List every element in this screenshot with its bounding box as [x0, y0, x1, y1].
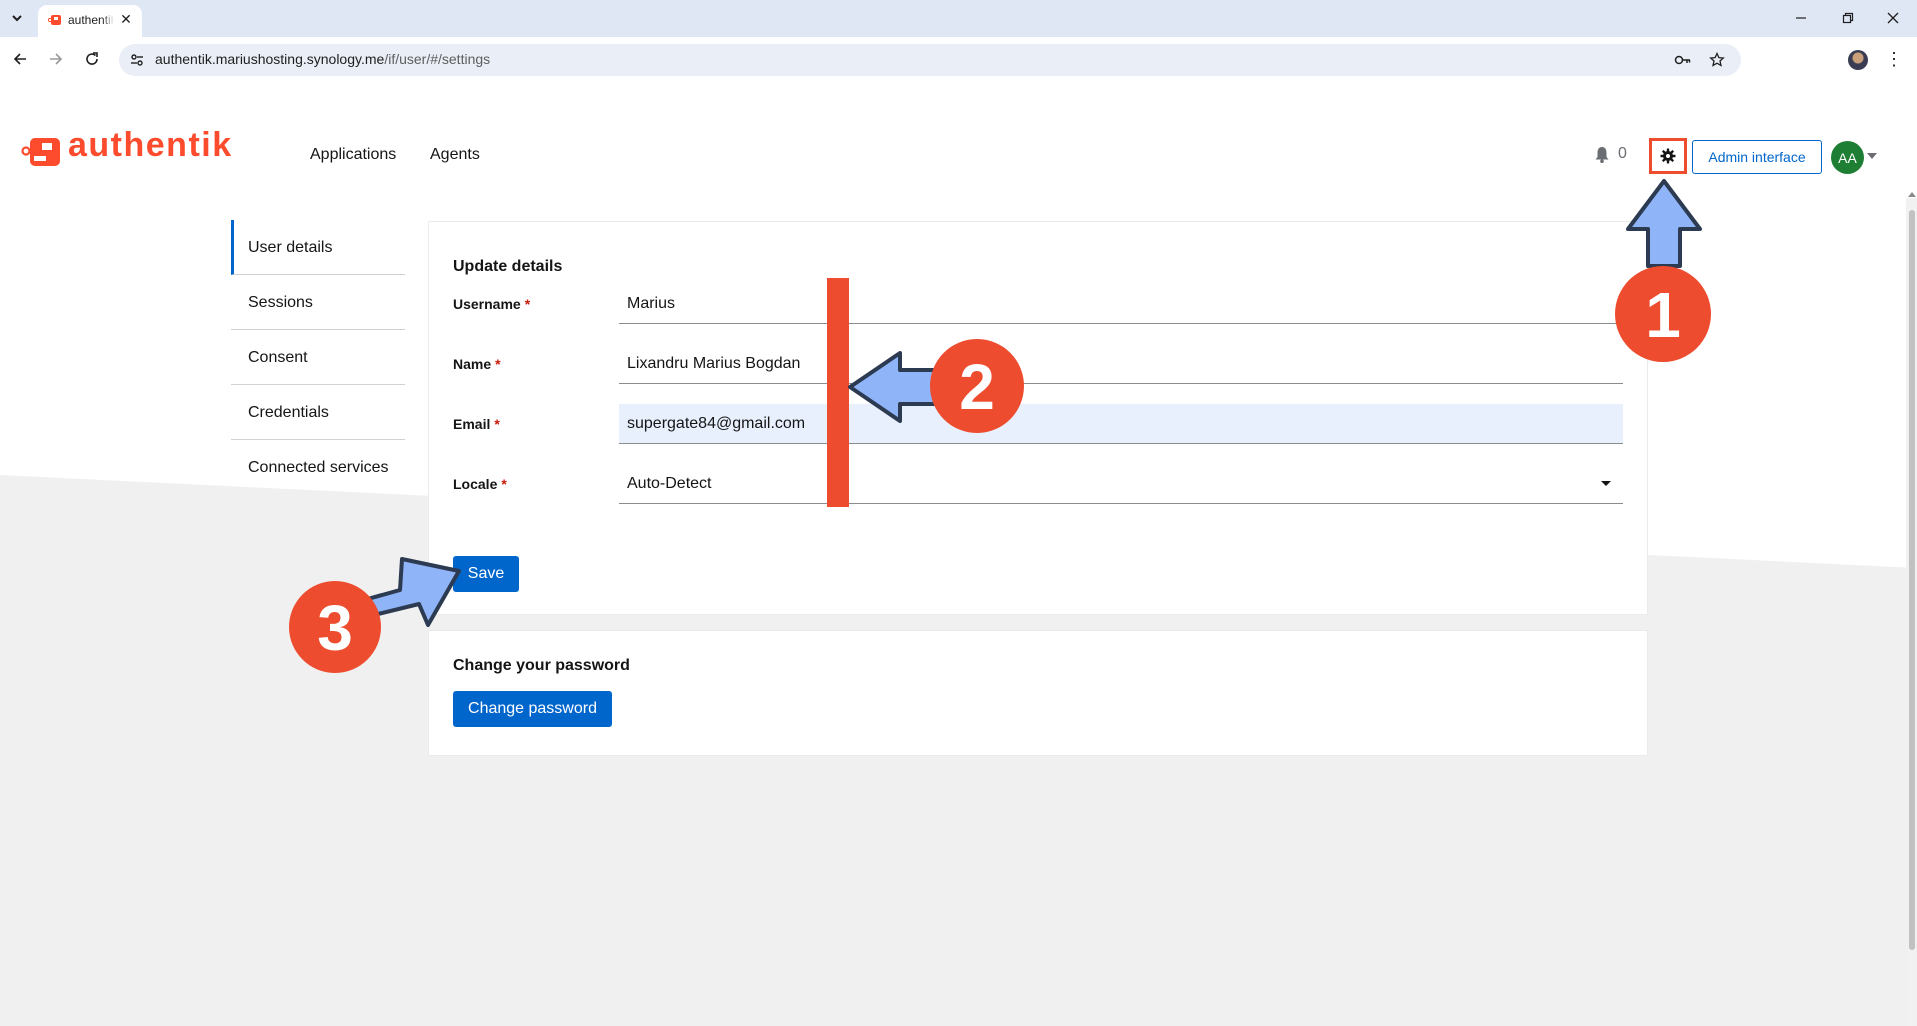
- nav-agents[interactable]: Agents: [430, 146, 480, 164]
- user-menu-caret-icon[interactable]: [1867, 153, 1877, 159]
- browser-profile-avatar[interactable]: [1848, 50, 1868, 70]
- restore-button[interactable]: [1836, 8, 1860, 28]
- sidebar-item-sessions[interactable]: Sessions: [231, 275, 405, 330]
- locale-value: Auto-Detect: [627, 475, 712, 492]
- nav-applications[interactable]: Applications: [310, 146, 396, 164]
- user-avatar[interactable]: AA: [1831, 141, 1864, 174]
- username-value: Marius: [627, 295, 676, 312]
- sidebar-item-consent[interactable]: Consent: [231, 330, 405, 385]
- gear-icon: [1660, 148, 1676, 164]
- page-viewport: authentik Applications Agents 0 Admin in…: [0, 83, 1917, 1026]
- browser-tab-strip: authentik ✕: [0, 0, 1917, 37]
- arrow-right-icon: [50, 53, 63, 65]
- name-field[interactable]: Lixandru Marius Bogdan: [619, 344, 1623, 384]
- admin-interface-button[interactable]: Admin interface: [1692, 140, 1822, 174]
- url-text: authentik.mariushosting.synology.me/if/u…: [155, 51, 490, 67]
- caret-down-icon: [1601, 481, 1611, 486]
- tab-search-button[interactable]: [6, 7, 28, 29]
- change-password-card: Change your password Change password: [429, 631, 1647, 755]
- chevron-down-icon: [12, 15, 22, 22]
- scrollbar-thumb[interactable]: [1909, 210, 1915, 950]
- minimize-button[interactable]: [1789, 8, 1813, 28]
- change-password-title: Change your password: [453, 657, 630, 674]
- email-field[interactable]: supergate84@gmail.com: [619, 404, 1623, 444]
- notifications-button[interactable]: 0: [1594, 145, 1627, 163]
- url-path: /if/user/#/settings: [384, 51, 491, 67]
- browser-menu-icon[interactable]: ⋮: [1884, 49, 1904, 71]
- tab-title: authentik: [68, 13, 114, 27]
- browser-tab[interactable]: authentik ✕: [38, 5, 142, 37]
- logo-text: authentik: [68, 126, 233, 164]
- close-window-button[interactable]: [1881, 8, 1905, 28]
- locale-label: Locale *: [453, 476, 507, 492]
- locale-row: Locale * Auto-Detect: [453, 464, 1623, 504]
- change-password-button[interactable]: Change password: [453, 691, 612, 727]
- authentik-logo-mark-icon: [21, 138, 60, 166]
- save-button[interactable]: Save: [453, 556, 519, 592]
- restore-icon: [1842, 12, 1854, 24]
- username-label: Username *: [453, 296, 531, 312]
- bell-icon: [1595, 146, 1609, 163]
- email-row: Email * supergate84@gmail.com: [453, 404, 1623, 444]
- username-row: Username * Marius: [453, 284, 1623, 324]
- password-key-icon[interactable]: [1674, 51, 1692, 69]
- email-label: Email *: [453, 416, 500, 432]
- name-value: Lixandru Marius Bogdan: [627, 355, 801, 372]
- reload-icon: [86, 52, 98, 65]
- authentik-favicon-icon: [48, 15, 61, 25]
- locale-select[interactable]: Auto-Detect: [619, 464, 1623, 504]
- forward-button[interactable]: [44, 47, 68, 71]
- site-settings-icon[interactable]: [129, 52, 145, 68]
- name-label: Name *: [453, 356, 501, 372]
- scroll-up-arrow-icon[interactable]: [1908, 192, 1916, 197]
- settings-button[interactable]: [1649, 138, 1687, 174]
- sidebar-item-credentials[interactable]: Credentials: [231, 385, 405, 440]
- update-details-card: Update details Username * Marius Name * Li…: [429, 222, 1647, 614]
- url-host: authentik.mariushosting.synology.me: [155, 51, 385, 67]
- back-button[interactable]: [8, 47, 32, 71]
- bookmark-star-icon[interactable]: [1708, 51, 1726, 69]
- notification-count: 0: [1618, 145, 1627, 162]
- reload-button[interactable]: [80, 47, 104, 71]
- settings-sidebar: User details Sessions Consent Credential…: [231, 220, 405, 495]
- sidebar-item-connected-services[interactable]: Connected services: [231, 440, 405, 495]
- minimize-icon: [1796, 17, 1806, 19]
- email-value: supergate84@gmail.com: [627, 415, 806, 432]
- arrow-left-icon: [13, 53, 26, 65]
- sidebar-item-user-details[interactable]: User details: [231, 220, 405, 275]
- address-bar[interactable]: authentik.mariushosting.synology.me/if/u…: [119, 44, 1741, 76]
- close-icon: [1887, 12, 1899, 24]
- tab-close-icon[interactable]: ✕: [118, 11, 134, 27]
- username-field[interactable]: Marius: [619, 284, 1623, 324]
- update-details-title: Update details: [453, 258, 563, 275]
- browser-toolbar: authentik.mariushosting.synology.me/if/u…: [0, 37, 1917, 83]
- app-header: authentik Applications Agents 0 Admin in…: [0, 117, 1917, 193]
- name-row: Name * Lixandru Marius Bogdan: [453, 344, 1623, 384]
